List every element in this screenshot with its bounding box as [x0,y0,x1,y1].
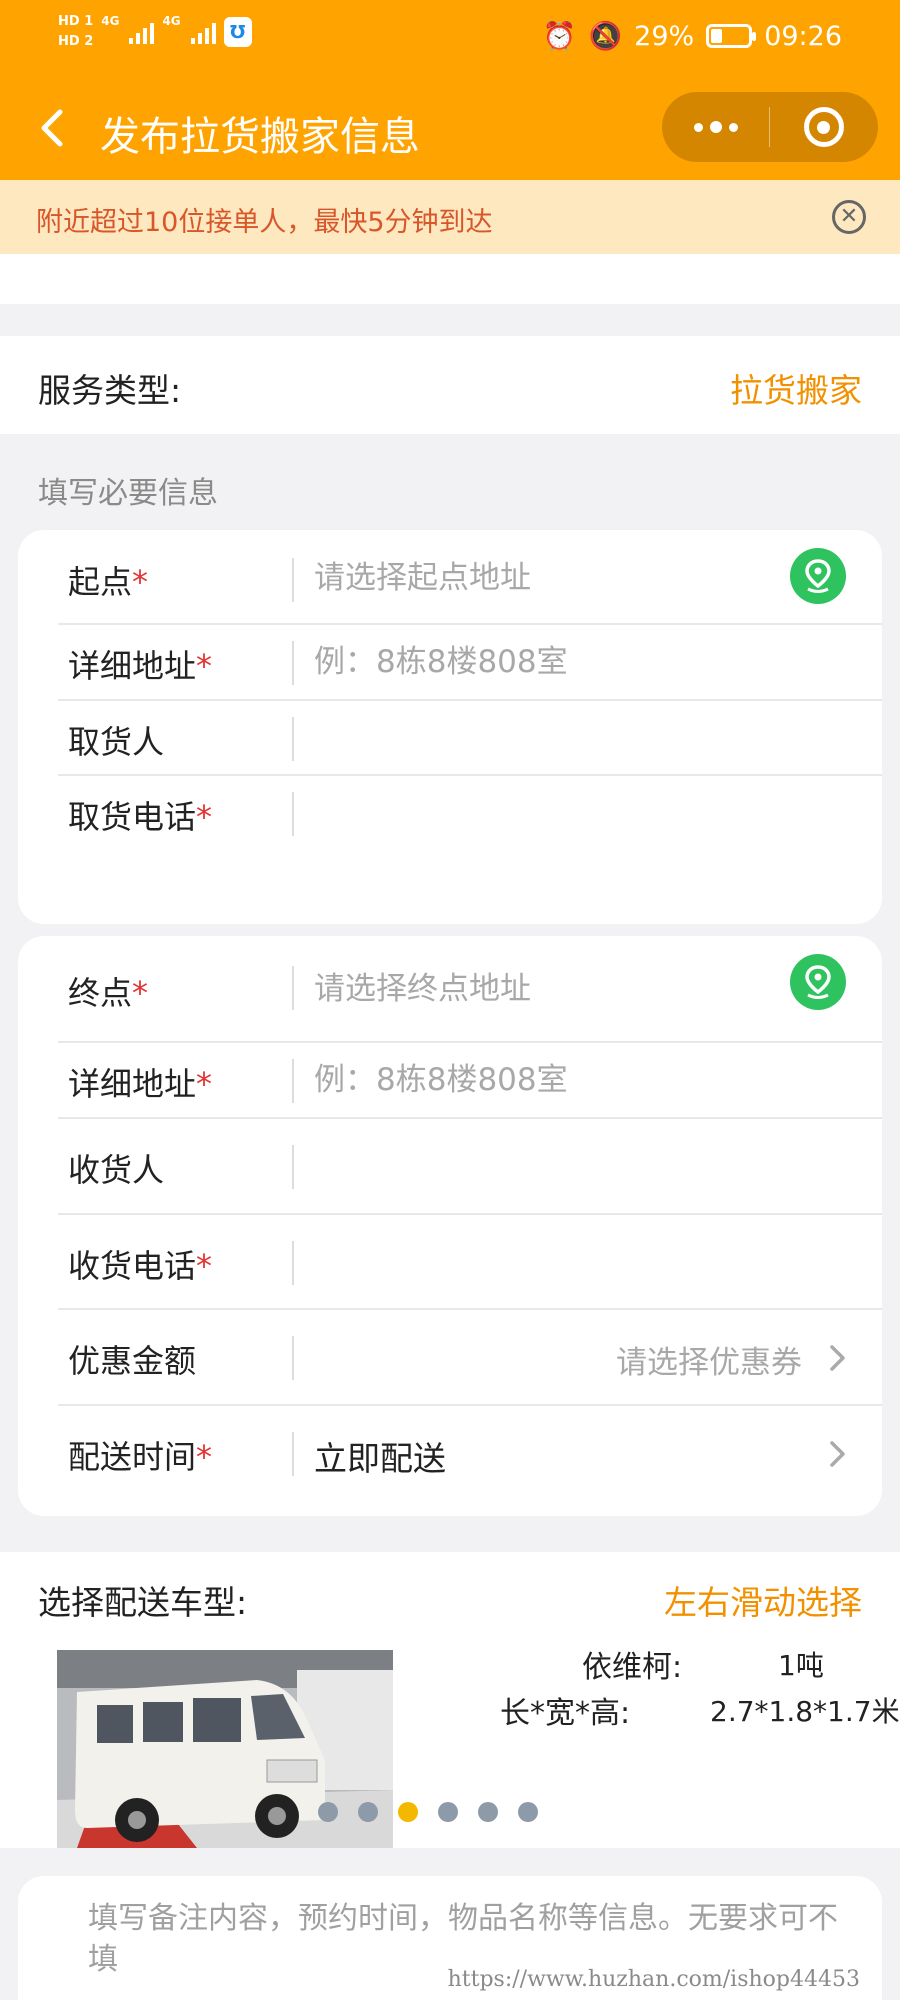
receiver-input[interactable] [314,1142,774,1190]
delivery-card: 终点* 详细地址* 收货人 收货电话* 优惠金额 请选择优惠券 配送时间* 立即… [18,936,882,1516]
delivery-phone-input[interactable] [314,1238,774,1286]
receiver-label: 收货人 [68,1151,165,1189]
remark-card[interactable]: 填写备注内容，预约时间，物品名称等信息。无要求可不填 https://www.h… [18,1876,882,2000]
vehicle-section: 选择配送车型: 左右滑动选择 依维柯: 1吨 长*宽*高: 2.7*1.8*1.… [0,1552,900,1848]
sender-row[interactable]: 取货人 [58,701,882,776]
delivery-phone-row[interactable]: 收货电话* [58,1215,882,1310]
status-right: ⏰ 🔕 29% 09:26 [542,20,842,53]
sender-input[interactable] [314,714,774,762]
service-type-row[interactable]: 服务类型: 拉货搬家 [0,336,900,434]
discount-label: 优惠金额 [68,1342,197,1380]
page-title: 发布拉货搬家信息 [100,114,420,160]
shield-app-icon: Ʊ [223,17,252,47]
nav-bar: 发布拉货搬家信息 [0,80,900,180]
required-mark: * [196,1247,213,1285]
status-left: HD 1 HD 2 4G 4G Ʊ [58,14,252,50]
row-divider [292,1432,294,1476]
vehicle-type-label: 选择配送车型: [38,1583,248,1622]
row-divider [292,1241,294,1285]
row-divider [292,966,294,1010]
hd2-label: HD 2 [58,34,94,49]
coupon-placeholder[interactable]: 请选择优惠券 [616,1337,802,1382]
alarm-icon: ⏰ [542,21,577,52]
discount-row[interactable]: 优惠金额 请选择优惠券 [58,1310,882,1406]
service-type-label: 服务类型: [38,371,182,410]
carousel-dot[interactable] [518,1802,538,1822]
row-divider [292,1059,294,1103]
chevron-right-icon[interactable] [820,1338,854,1378]
signal-icon-2 [190,20,216,44]
sender-label: 取货人 [68,723,165,761]
location-pin-icon[interactable] [790,954,846,1010]
carousel-dots[interactable] [318,1802,538,1822]
destination-row[interactable]: 终点* [58,936,882,1043]
delivery-detail-label: 详细地址* [68,1065,213,1103]
destination-label: 终点* [68,974,149,1012]
origin-label: 起点* [68,563,149,601]
mute-bell-icon: 🔕 [588,21,623,52]
network-label-2: 4G [162,14,181,28]
required-mark: * [196,1438,213,1476]
network-label-1: 4G [101,14,120,28]
receiver-row[interactable]: 收货人 [58,1119,882,1215]
watermark-text: https://www.huzhan.com/ishop44453 [447,1967,860,1992]
section-hint: 填写必要信息 [38,476,218,511]
delivery-phone-label: 收货电话* [68,1247,213,1285]
row-divider [292,792,294,836]
carousel-dot[interactable] [478,1802,498,1822]
more-menu-icon[interactable] [662,92,769,162]
location-pin-icon[interactable] [790,548,846,604]
carousel-dot[interactable] [358,1802,378,1822]
notice-text: 附近超过10位接单人，最快5分钟到达 [36,207,493,238]
pickup-phone-input[interactable] [314,789,774,837]
row-divider [292,558,294,602]
pickup-phone-label: 取货电话* [68,798,213,836]
notice-banner: 附近超过10位接单人，最快5分钟到达 ✕ [0,180,900,254]
origin-address-input[interactable] [314,554,774,602]
signal-icon [129,20,155,44]
pickup-phone-row[interactable]: 取货电话* [58,776,882,852]
carousel-dot[interactable] [318,1802,338,1822]
required-mark: * [196,798,213,836]
delivery-detail-input[interactable] [314,1056,774,1104]
pickup-detail-label: 详细地址* [68,647,213,685]
pickup-detail-row[interactable]: 详细地址* [58,625,882,701]
required-mark: * [196,1065,213,1103]
battery-icon [706,24,757,48]
back-arrow-icon[interactable] [36,102,66,163]
destination-address-input[interactable] [314,965,774,1013]
required-mark: * [132,974,149,1012]
battery-percent: 29% [634,20,695,52]
delivery-time-value[interactable]: 立即配送 [314,1432,446,1480]
delivery-time-row[interactable]: 配送时间* 立即配送 [58,1406,882,1502]
required-mark: * [132,563,149,601]
carousel-dot[interactable] [398,1802,418,1822]
pickup-card: 起点* 详细地址* 取货人 取货电话* [18,530,882,924]
row-divider [292,717,294,761]
carousel-dot[interactable] [438,1802,458,1822]
vehicle-swipe-hint: 左右滑动选择 [664,1583,862,1622]
vehicle-name-label: 依维柯: [582,1650,683,1685]
delivery-time-label: 配送时间* [68,1438,213,1476]
row-divider [292,641,294,685]
close-miniprogram-icon[interactable] [770,92,877,162]
row-divider [292,1336,294,1380]
vehicle-size-label: 长*宽*高: [500,1696,631,1731]
pickup-detail-input[interactable] [314,638,774,686]
clock: 09:26 [764,20,842,52]
vehicle-tonnage: 1吨 [778,1649,824,1682]
origin-row[interactable]: 起点* [58,530,882,625]
service-type-value[interactable]: 拉货搬家 [730,364,862,412]
required-mark: * [196,647,213,685]
hd-indicators: HD 1 HD 2 [58,14,93,50]
miniprogram-capsule [662,92,878,162]
hd1-label: HD 1 [58,14,94,29]
delivery-detail-row[interactable]: 详细地址* [58,1043,882,1119]
status-bar: HD 1 HD 2 4G 4G Ʊ ⏰ 🔕 29% 09:26 [0,0,900,80]
header-spacer [0,254,900,304]
row-divider [292,1145,294,1189]
vehicle-size-value: 2.7*1.8*1.7米 [710,1695,900,1728]
close-notice-icon[interactable]: ✕ [832,200,866,234]
chevron-right-icon[interactable] [820,1434,854,1474]
